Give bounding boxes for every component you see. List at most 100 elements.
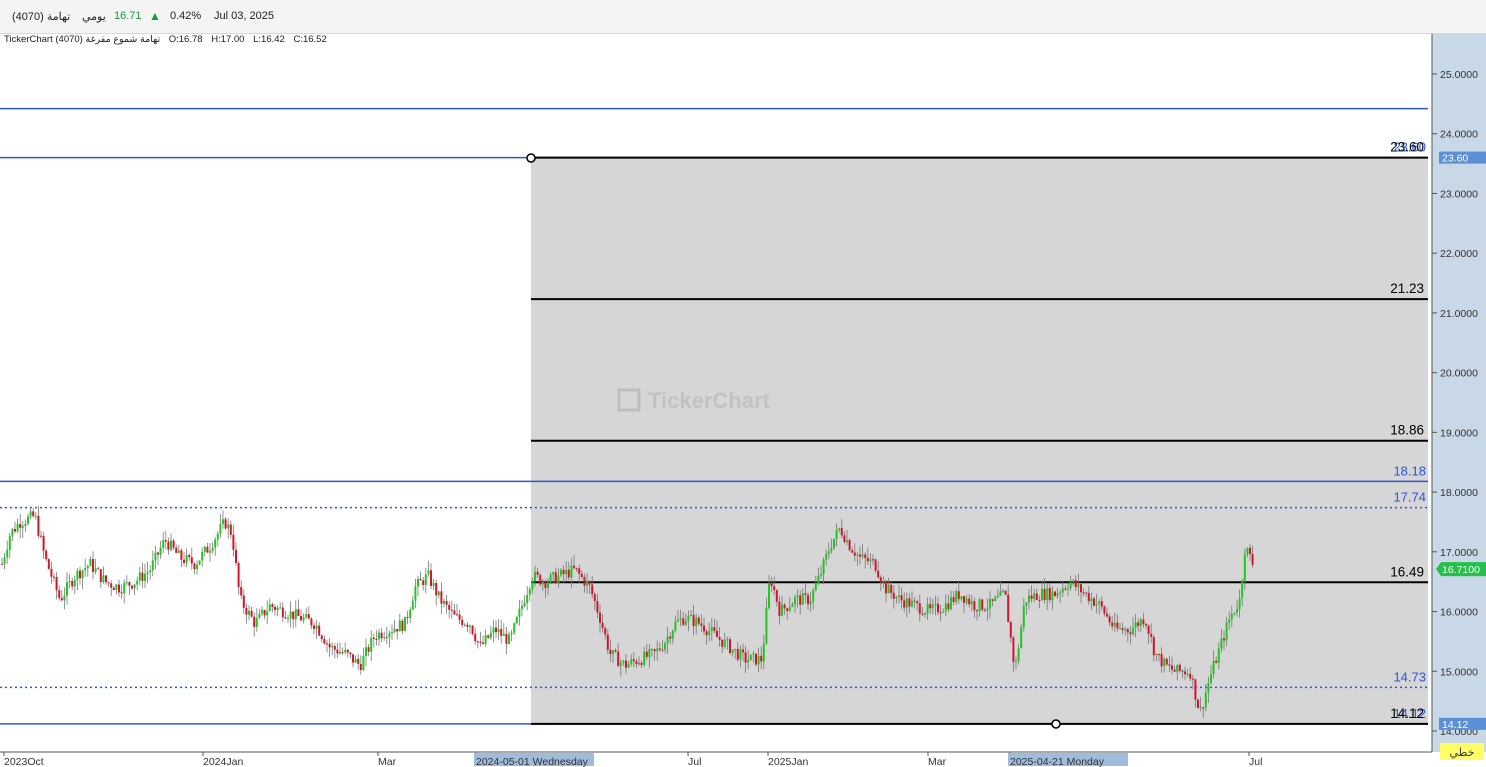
candle-body xyxy=(578,568,581,574)
candle-body xyxy=(1030,595,1033,599)
candle-body xyxy=(588,581,591,585)
candle-body xyxy=(879,577,882,583)
candle-body xyxy=(1238,598,1241,610)
candle-body xyxy=(552,572,555,575)
candle-body xyxy=(947,603,950,610)
candle-body xyxy=(19,524,22,528)
candle-body xyxy=(281,607,284,618)
candle-body xyxy=(830,548,833,552)
candle-body xyxy=(1145,624,1147,626)
candle-body xyxy=(500,629,503,636)
candle-body xyxy=(1090,598,1093,602)
candle-body xyxy=(289,611,292,619)
candle-body xyxy=(1009,622,1012,638)
x-tick-label: 2024Jan xyxy=(203,756,243,767)
candle-body xyxy=(632,659,635,662)
candle-body xyxy=(749,654,752,661)
y-tick-label: 18.0000 xyxy=(1440,487,1478,499)
candle-body xyxy=(388,633,391,638)
fib-anchor-start[interactable] xyxy=(526,153,536,163)
candle-body xyxy=(1064,588,1067,590)
candle-body xyxy=(900,595,903,601)
candle-body xyxy=(864,554,867,558)
candle-body xyxy=(645,651,648,657)
candle-body xyxy=(755,653,757,665)
candle-body xyxy=(469,625,471,627)
candle-body xyxy=(1230,613,1233,620)
candle-body xyxy=(81,570,84,579)
candle-body xyxy=(1022,605,1025,627)
fib-level-label: 14.12 xyxy=(1390,706,1424,721)
candle-body xyxy=(211,547,214,551)
candle-body xyxy=(201,551,204,561)
candle-body xyxy=(497,629,500,633)
candle-body xyxy=(284,617,287,619)
linear-scale-label[interactable]: خطي xyxy=(1450,747,1475,759)
y-tick-label: 23.0000 xyxy=(1440,188,1478,200)
candle-body xyxy=(729,639,731,654)
candle-body xyxy=(814,583,817,591)
y-tick-label: 15.0000 xyxy=(1440,666,1478,678)
candle-body xyxy=(716,630,718,637)
candle-body xyxy=(1210,674,1212,684)
candle-body xyxy=(1165,658,1168,665)
candle-body xyxy=(664,643,666,650)
fib-anchor-end[interactable] xyxy=(1051,719,1061,729)
candle-body xyxy=(8,535,11,550)
candle-body xyxy=(336,649,339,654)
candle-body xyxy=(471,625,474,634)
candle-body xyxy=(851,550,854,553)
candle-body xyxy=(1043,588,1046,600)
candle-body xyxy=(268,604,271,611)
candle-body xyxy=(710,627,713,632)
candle-body xyxy=(1249,547,1251,555)
candle-body xyxy=(1178,664,1181,671)
candle-body xyxy=(536,571,539,575)
horizontal-line-label: 18.18 xyxy=(1393,463,1426,478)
candle-body xyxy=(658,648,661,650)
candle-body xyxy=(86,565,89,569)
candle-body xyxy=(118,584,120,593)
candle-body xyxy=(1163,658,1166,667)
candle-body xyxy=(700,623,703,626)
candle-body xyxy=(489,632,492,638)
candle-body xyxy=(487,635,490,638)
candle-body xyxy=(461,619,464,626)
candle-body xyxy=(177,550,180,553)
candle-body xyxy=(37,515,40,536)
price-chart[interactable]: TickerChart 25.0000 24.0000 23.0000 22.0000… xyxy=(0,0,1486,767)
candle-body xyxy=(570,565,573,578)
price-axis-background[interactable] xyxy=(1432,34,1486,752)
candle-body xyxy=(866,557,869,562)
candle-body xyxy=(599,612,601,623)
candle-body xyxy=(955,591,958,602)
candle-body xyxy=(141,572,144,581)
candle-body xyxy=(869,559,872,562)
candle-body xyxy=(510,632,513,635)
candle-body xyxy=(136,580,139,585)
candle-body xyxy=(963,596,965,603)
candle-body xyxy=(515,617,518,624)
candle-body xyxy=(1236,609,1238,613)
candle-body xyxy=(768,582,770,608)
candle-body xyxy=(466,624,469,627)
candle-body xyxy=(1220,638,1223,649)
candle-body xyxy=(612,650,614,655)
candle-body xyxy=(565,569,568,575)
x-tick-label: Mar xyxy=(928,756,947,767)
candle-body xyxy=(133,584,136,589)
candle-body xyxy=(107,582,110,584)
candle-body xyxy=(271,604,274,608)
candle-body xyxy=(476,641,479,643)
candle-body xyxy=(898,595,900,597)
candle-body xyxy=(853,552,856,556)
candle-body xyxy=(905,598,908,608)
candle-body xyxy=(1103,606,1106,614)
candle-body xyxy=(1007,594,1010,623)
candle-body xyxy=(1119,628,1121,630)
linear-scale-button[interactable]: خطي xyxy=(1440,743,1484,760)
candle-body xyxy=(1137,622,1140,626)
candle-body xyxy=(409,609,412,618)
candle-body xyxy=(456,614,458,616)
candle-body xyxy=(614,650,617,652)
